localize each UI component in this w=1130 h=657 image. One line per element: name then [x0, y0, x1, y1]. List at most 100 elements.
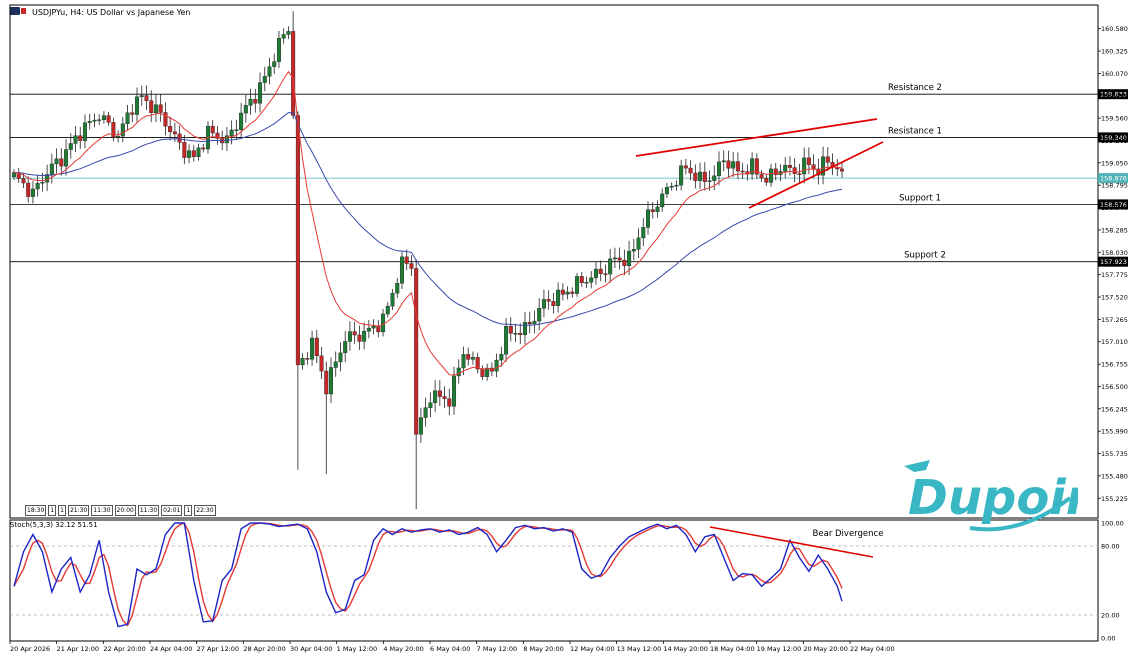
candle-body	[423, 407, 428, 418]
candle-body	[210, 125, 215, 134]
candle-body	[631, 249, 636, 252]
time-marker: 02:01	[161, 505, 183, 516]
candle-body	[68, 143, 73, 150]
price-tag-text: 157.923	[1100, 258, 1127, 266]
indicator-pane-frame	[9, 519, 1099, 642]
candle-body	[674, 184, 679, 187]
candle-body	[135, 96, 140, 115]
candle-body	[272, 61, 277, 67]
candle-body	[276, 37, 281, 62]
candle-body	[329, 367, 334, 395]
candle-body	[168, 126, 173, 133]
price-chart[interactable]: Resistance 2159.833Resistance 1159.340Su…	[0, 0, 1130, 657]
candle-body	[139, 95, 144, 98]
x-tick-label: 1 May 12:00	[337, 645, 377, 653]
y-tick-label: 156.245	[1101, 405, 1128, 413]
y-tick-label: 159.560	[1101, 115, 1128, 123]
candle-body	[404, 256, 409, 264]
candle-body	[508, 326, 513, 334]
candle-body	[73, 135, 78, 144]
candle-body	[802, 157, 807, 175]
x-tick-label: 24 Apr 04:00	[150, 645, 192, 653]
candle-body	[338, 352, 343, 363]
candle-body	[669, 185, 674, 188]
candle-body	[300, 358, 305, 366]
svg-text:Dupoin: Dupoin	[908, 470, 1078, 526]
x-tick-label: 30 Apr 04:00	[290, 645, 332, 653]
candle-body	[608, 258, 613, 275]
stoch-d-line	[13, 522, 843, 627]
candle-body	[371, 325, 376, 329]
candle-body	[59, 158, 64, 167]
candle-body	[641, 227, 646, 239]
x-tick-label: 27 Apr 12:00	[197, 645, 239, 653]
candle-body	[158, 104, 163, 113]
indicator-label: Stoch(5,3,3) 32.12 51.51	[10, 521, 98, 529]
x-tick-label: 6 May 04:00	[430, 645, 470, 653]
candle-body	[385, 305, 390, 315]
time-marker: 1	[48, 505, 57, 516]
candle-body	[627, 250, 632, 266]
candle-body	[589, 277, 594, 283]
candle-body	[362, 330, 367, 342]
candle-body	[499, 354, 504, 361]
candle-body	[248, 99, 253, 106]
y-tick-label: 156.755	[1101, 361, 1128, 369]
y-tick-label: 157.010	[1101, 338, 1128, 346]
candle-body	[461, 354, 466, 369]
y-tick-label: 158.285	[1101, 226, 1128, 234]
candle-body	[395, 283, 400, 294]
candle-body	[409, 263, 414, 269]
candle-body	[78, 135, 83, 141]
candle-body	[759, 174, 764, 179]
x-tick-label: 8 May 20:00	[523, 645, 563, 653]
level-label: Resistance 2	[888, 83, 942, 93]
candle-body	[319, 355, 324, 372]
y-tick-label: 155.990	[1101, 428, 1128, 436]
time-marker: 11:30	[137, 505, 160, 516]
time-marker: 11:30	[91, 505, 113, 516]
candle-body	[731, 161, 736, 169]
x-tick-label: 7 May 12:00	[477, 645, 517, 653]
indicator-level-label: 100.00	[1101, 520, 1124, 528]
x-tick-label: 22 May 04:00	[850, 645, 895, 653]
candle-body	[712, 175, 717, 181]
x-tick-label: 28 Apr 20:00	[243, 645, 285, 653]
y-tick-label: 155.735	[1101, 450, 1128, 458]
candle-body	[390, 293, 395, 307]
x-tick-label: 13 May 12:00	[617, 645, 662, 653]
candle-body	[693, 172, 698, 181]
time-marker: 1	[184, 505, 193, 516]
indicator-level-label: 0.00	[1101, 635, 1115, 643]
divergence-label: Bear Divergence	[813, 529, 884, 539]
candle-body	[726, 160, 731, 169]
candle-body	[518, 333, 523, 336]
candle-body	[153, 104, 158, 114]
dupoin-logo: Dupoin	[904, 460, 1078, 532]
candle-body	[660, 193, 665, 208]
candle-body	[792, 167, 797, 174]
candle-body	[698, 171, 703, 181]
candle-body	[116, 135, 121, 138]
candle-body	[343, 341, 348, 354]
candle-body	[30, 188, 35, 197]
x-tick-label: 19 May 12:00	[757, 645, 802, 653]
candle-body	[541, 299, 546, 309]
time-marker-row: 18:30 1 1 21:30 11:30 20:00 11:30 02:01 …	[25, 505, 216, 516]
candle-body	[253, 99, 258, 104]
candle-body	[522, 322, 527, 336]
candle-body	[683, 165, 688, 169]
y-tick-label: 158.030	[1101, 249, 1128, 257]
candle-body	[513, 333, 518, 335]
candle-body	[97, 119, 102, 121]
y-tick-label: 160.070	[1101, 70, 1128, 78]
candle-body	[603, 273, 608, 275]
candle-body	[769, 168, 774, 183]
candle-body	[593, 268, 598, 279]
ma-slow-line	[13, 112, 843, 326]
candle-body	[418, 417, 423, 435]
candle-body	[442, 396, 447, 399]
candle-body	[636, 237, 641, 250]
candle-body	[612, 257, 617, 260]
candle-body	[433, 390, 438, 403]
